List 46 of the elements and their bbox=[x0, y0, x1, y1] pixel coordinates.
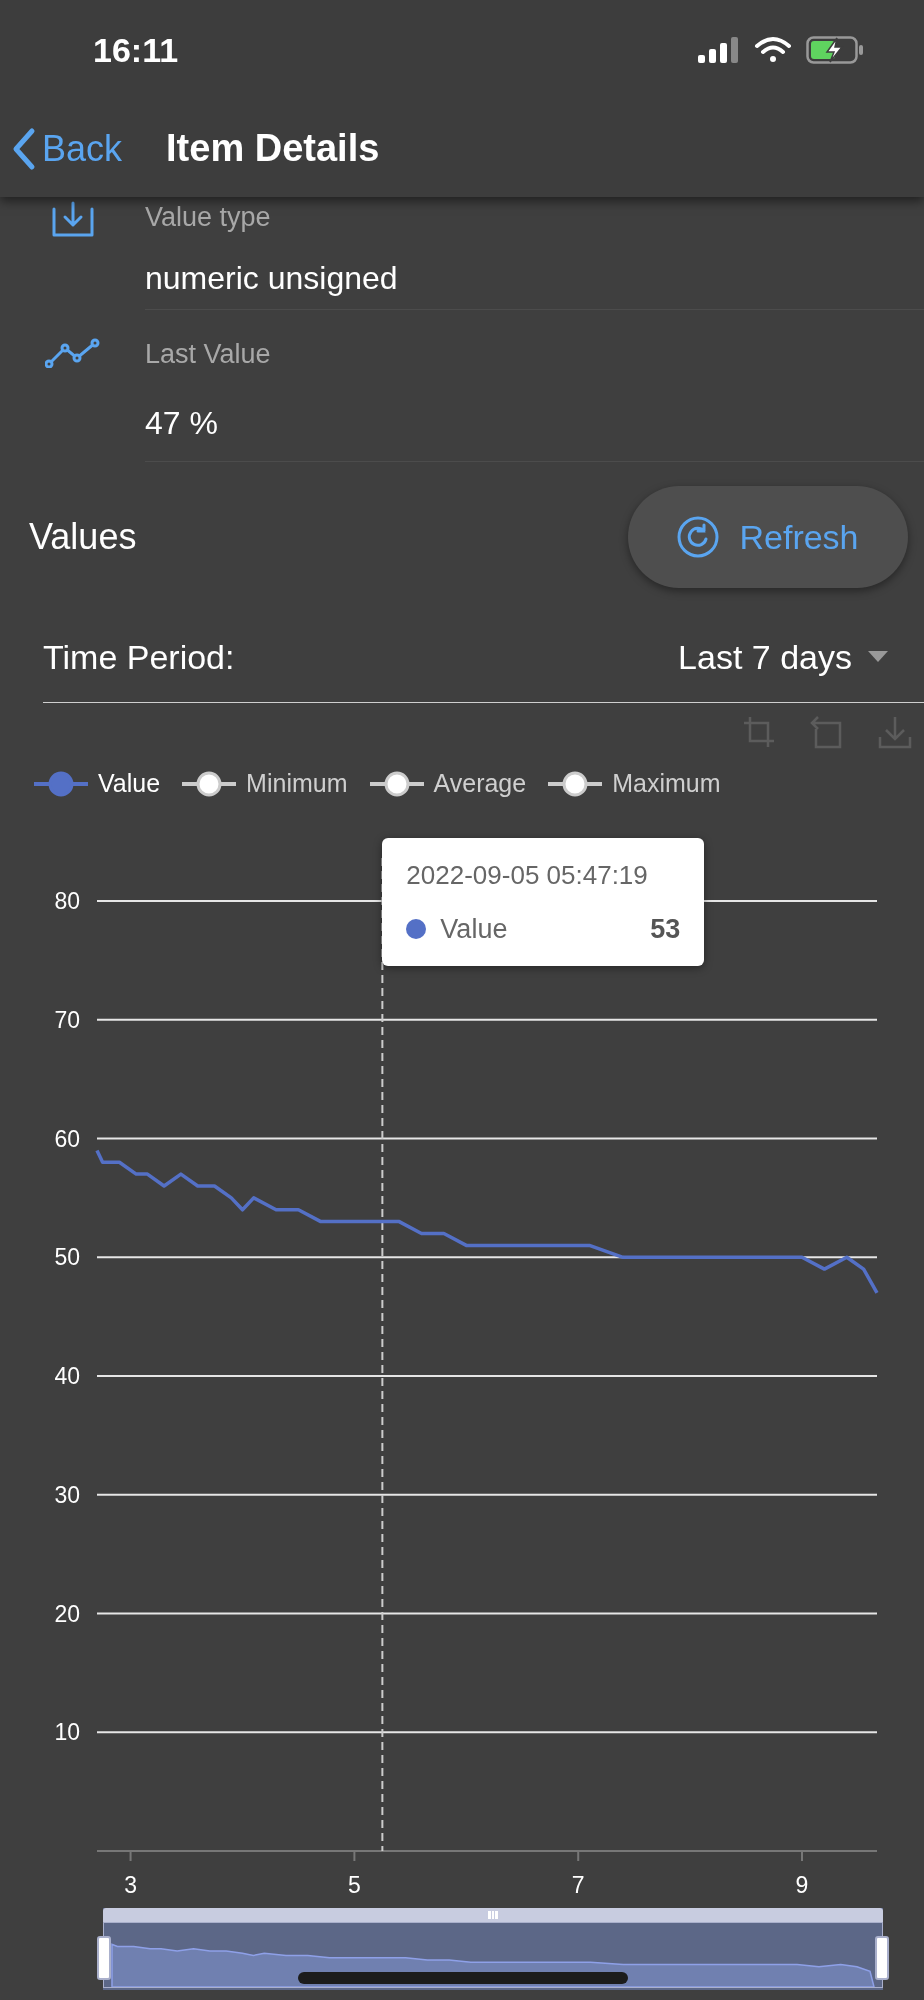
x-axis-label: 9 bbox=[795, 1872, 809, 1898]
line-chart-icon bbox=[44, 338, 101, 368]
legend-item[interactable]: Value bbox=[34, 765, 161, 803]
time-period-dropdown[interactable]: Last 7 days bbox=[678, 631, 888, 683]
y-axis-label: 40 bbox=[54, 1363, 80, 1389]
caret-icon bbox=[868, 651, 888, 663]
legend-marker-icon bbox=[182, 769, 237, 799]
y-axis-label: 30 bbox=[54, 1481, 80, 1508]
page-title: Item Details bbox=[166, 126, 380, 171]
tooltip-series: Value bbox=[440, 913, 509, 946]
y-axis-label: 80 bbox=[54, 888, 80, 914]
legend-item[interactable]: Maximum bbox=[548, 765, 721, 803]
back-button[interactable]: Back bbox=[12, 121, 123, 176]
chevron-left-icon bbox=[12, 126, 36, 171]
y-axis-label: 10 bbox=[54, 1719, 80, 1746]
status-time: 16:11 bbox=[93, 29, 179, 71]
x-axis-label: 3 bbox=[124, 1872, 137, 1898]
refresh-icon bbox=[677, 516, 720, 558]
legend-marker-icon bbox=[548, 769, 603, 799]
slider-handle[interactable] bbox=[97, 1936, 111, 1980]
x-axis-label: 7 bbox=[571, 1872, 585, 1898]
battery-charging-icon bbox=[806, 36, 864, 64]
legend-item[interactable]: Minimum bbox=[182, 765, 348, 803]
legend-item[interactable]: Average bbox=[369, 765, 527, 803]
y-axis-label: 50 bbox=[54, 1244, 80, 1271]
section-title: Values bbox=[29, 515, 137, 559]
download-icon[interactable] bbox=[878, 714, 912, 749]
y-axis-label: 70 bbox=[54, 1006, 80, 1033]
detail-label: Value type bbox=[145, 201, 272, 234]
x-axis-label: 5 bbox=[348, 1872, 361, 1898]
legend-marker-icon bbox=[369, 769, 424, 799]
slider-handle[interactable] bbox=[875, 1936, 889, 1980]
y-axis-label: 60 bbox=[54, 1125, 80, 1152]
detail-value: 47 % bbox=[145, 403, 219, 443]
signal-icon bbox=[698, 37, 740, 63]
wifi-icon bbox=[754, 36, 792, 64]
grip-icon bbox=[488, 1911, 498, 1919]
y-axis-label: 20 bbox=[54, 1600, 80, 1627]
time-period-label: Time Period: bbox=[43, 636, 235, 678]
legend-marker-icon bbox=[34, 769, 88, 799]
tooltip-time: 2022-09-05 05:47:19 bbox=[406, 859, 649, 892]
detail-value: numeric unsigned bbox=[145, 258, 399, 298]
undo-icon[interactable] bbox=[810, 714, 844, 749]
detail-label: Last Value bbox=[145, 338, 272, 371]
zoom-area-icon[interactable] bbox=[742, 714, 776, 749]
tooltip-value: 53 bbox=[650, 913, 681, 946]
